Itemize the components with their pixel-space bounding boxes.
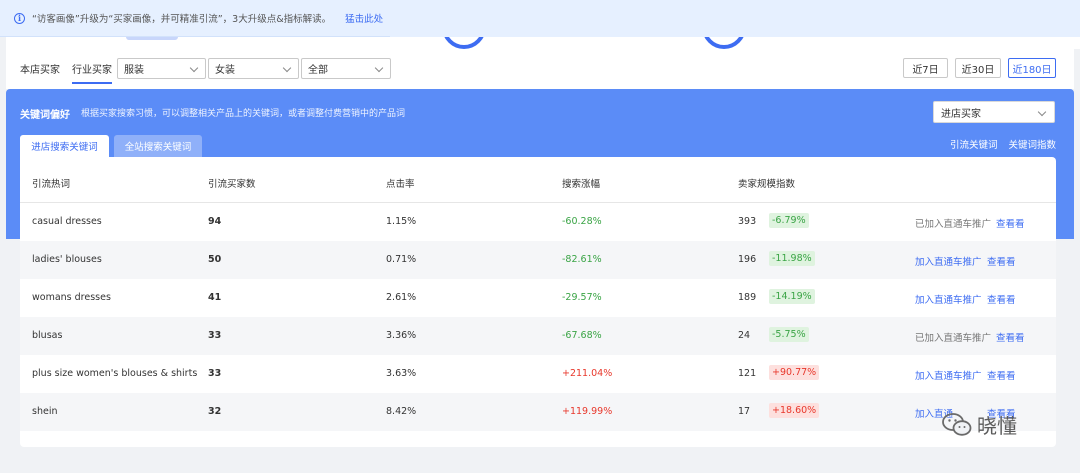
range-7d-button[interactable]: 近7日: [903, 58, 948, 78]
add-promotion-button[interactable]: 加入直通车推广: [915, 254, 982, 268]
growth-cell: -60.28%: [562, 216, 602, 227]
table-row: plus size women's blouses & shirts 33 3.63…: [20, 355, 1056, 393]
info-icon: i: [14, 12, 25, 24]
panel-title: 关键词偏好: [20, 110, 70, 121]
tab-industry-buyers[interactable]: 行业买家: [72, 61, 112, 84]
ctr-cell: 3.63%: [386, 368, 417, 379]
keyword-index-link[interactable]: 关键词指数: [1008, 140, 1056, 151]
wechat-icon: [942, 412, 972, 436]
chevron-down-icon: [374, 63, 384, 73]
seller-change-badge: +90.77%: [769, 365, 820, 380]
keyword-cell: womans dresses: [32, 292, 111, 303]
chevron-down-icon: [1037, 107, 1047, 117]
header-keyword: 引流热词: [32, 179, 71, 190]
buyer-type-select-value: 进店买家: [941, 108, 981, 120]
seller-change-badge: -6.79%: [769, 213, 809, 228]
table-header: 引流热词 引流买家数 点击率 搜索涨幅 卖家规模指数: [20, 157, 1056, 203]
notice-link[interactable]: 猛击此处: [345, 11, 383, 25]
keyword-cell: casual dresses: [32, 216, 102, 227]
keyword-cell: shein: [32, 406, 58, 417]
tab-shop-buyers[interactable]: 本店买家: [20, 61, 60, 76]
growth-cell: -67.68%: [562, 330, 602, 341]
watermark-text: 晓懂: [977, 414, 1017, 438]
buyers-cell: 33: [208, 330, 222, 341]
view-button[interactable]: 查看看: [987, 292, 1016, 306]
growth-cell: -29.57%: [562, 292, 602, 303]
growth-cell: -82.61%: [562, 254, 602, 265]
range-30d-button[interactable]: 近30日: [955, 58, 1001, 78]
table-row: shein 32 8.42% +119.99% 17 +18.60% 加入直通 查看看: [20, 393, 1056, 431]
panel-links: 引流关键词 关键词指数: [942, 137, 1056, 151]
header-ctr: 点击率: [386, 179, 415, 190]
ctr-cell: 3.36%: [386, 330, 417, 341]
traffic-keywords-link[interactable]: 引流关键词: [950, 140, 998, 151]
summary-card-edge: [6, 37, 390, 49]
growth-cell: +211.04%: [562, 368, 613, 379]
keyword-cell: ladies' blouses: [32, 254, 102, 265]
view-button[interactable]: 查看看: [987, 368, 1016, 382]
keyword-cell: blusas: [32, 330, 63, 341]
seller-index-cell: 17: [738, 406, 751, 417]
seller-change-badge: +18.60%: [769, 403, 820, 418]
buyers-cell: 33: [208, 368, 222, 379]
table-row: ladies' blouses 50 0.71% -82.61% 196 -11.98% 加…: [20, 241, 1056, 279]
buyers-cell: 32: [208, 406, 222, 417]
panel-description: 根据买家搜索习惯，可以调整相关产品上的关键词，或者调整付费营销中的产品词: [81, 109, 406, 119]
seller-index-cell: 24: [738, 330, 751, 341]
growth-cell: +119.99%: [562, 406, 613, 417]
leaf-category-select[interactable]: 全部: [301, 58, 391, 79]
view-button[interactable]: 查看看: [996, 216, 1025, 230]
chevron-down-icon: [189, 63, 199, 73]
seller-change-badge: -11.98%: [769, 251, 815, 266]
keyword-table: 引流热词 引流买家数 点击率 搜索涨幅 卖家规模指数 casual dresse…: [20, 157, 1056, 447]
seller-change-badge: -14.19%: [769, 289, 815, 304]
category-select-value: 服装: [124, 65, 144, 76]
seller-index-cell: 189: [738, 292, 757, 303]
chart-clip: [390, 0, 1080, 49]
chevron-down-icon: [282, 63, 292, 73]
tab-store-search-keywords[interactable]: 进店搜索关键词: [20, 135, 109, 157]
ctr-cell: 2.61%: [386, 292, 417, 303]
summary-pill: [126, 37, 178, 40]
header-buyers: 引流买家数: [208, 179, 256, 190]
seller-index-cell: 393: [738, 216, 757, 227]
subcategory-select[interactable]: 女装: [208, 58, 299, 79]
ctr-cell: 0.71%: [386, 254, 417, 265]
add-promotion-button[interactable]: 加入直通车推广: [915, 368, 982, 382]
range-180d-button[interactable]: 近180日: [1008, 58, 1056, 78]
table-row: casual dresses 94 1.15% -60.28% 393 -6.79% 已加入…: [20, 203, 1056, 241]
notice-text: “访客画像”升级为“买家画像，并可精准引流”，3大升级点&指标解读。: [32, 14, 332, 25]
ctr-cell: 1.15%: [386, 216, 417, 227]
category-select[interactable]: 服装: [117, 58, 206, 79]
buyer-type-select[interactable]: 进店买家: [933, 101, 1055, 123]
add-promotion-button[interactable]: 已加入直通车推广: [915, 330, 991, 344]
buyers-cell: 41: [208, 292, 222, 303]
header-growth: 搜索涨幅: [562, 179, 601, 190]
keyword-cell: plus size women's blouses & shirts: [32, 368, 198, 379]
add-promotion-button[interactable]: 已加入直通车推广: [915, 216, 991, 230]
table-row: womans dresses 41 2.61% -29.57% 189 -14.19% 加入…: [20, 279, 1056, 317]
buyers-cell: 50: [208, 254, 222, 265]
add-promotion-button[interactable]: 加入直通车推广: [915, 292, 982, 306]
subcategory-select-value: 女装: [215, 65, 235, 76]
view-button[interactable]: 查看看: [996, 330, 1025, 344]
ctr-cell: 8.42%: [386, 406, 417, 417]
watermark: 晓懂: [942, 410, 1017, 439]
buyers-cell: 94: [208, 216, 222, 227]
leaf-category-select-value: 全部: [308, 65, 328, 76]
table-row: blusas 33 3.36% -67.68% 24 -5.75% 已加入直通车推广 查看看: [20, 317, 1056, 355]
view-button[interactable]: 查看看: [987, 254, 1016, 268]
seller-index-cell: 121: [738, 368, 757, 379]
header-seller-index: 卖家规模指数: [738, 179, 796, 190]
seller-index-cell: 196: [738, 254, 757, 265]
tab-site-search-keywords[interactable]: 全站搜索关键词: [114, 135, 202, 157]
seller-change-badge: -5.75%: [769, 327, 809, 342]
